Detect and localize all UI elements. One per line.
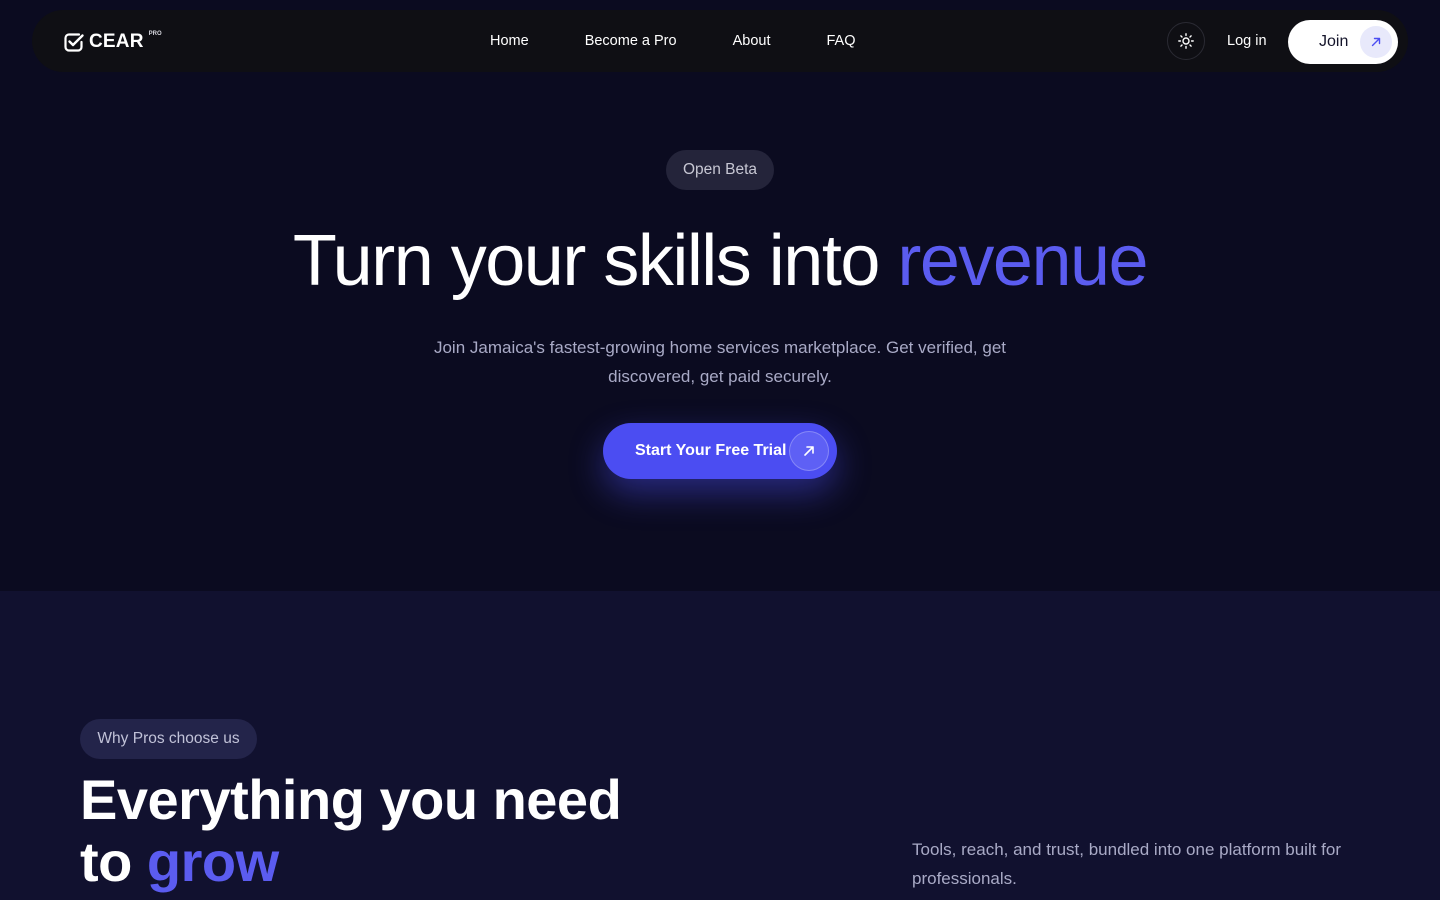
arrow-up-right-icon [789, 431, 829, 471]
hero-section: Open Beta Turn your skills into revenue … [0, 0, 1440, 591]
why-pros-badge: Why Pros choose us [80, 719, 257, 759]
nav-link-about[interactable]: About [733, 33, 771, 49]
features-title-line1: Everything you need [80, 768, 622, 831]
open-beta-badge: Open Beta [666, 150, 774, 190]
features-title-line2-main: to [80, 830, 147, 893]
features-section: Why Pros choose us Everything you need t… [0, 591, 1440, 900]
top-nav: CEAR PRO Home Become a Pro About FAQ Log… [32, 10, 1408, 72]
hero-subtitle: Join Jamaica's fastest-growing home serv… [433, 338, 1007, 386]
features-title-line2-accent: grow [146, 830, 279, 893]
start-free-trial-button[interactable]: Start Your Free Trial [603, 423, 837, 479]
nav-link-faq[interactable]: FAQ [826, 33, 855, 49]
nav-link-home[interactable]: Home [490, 33, 529, 49]
check-badge-icon [64, 33, 84, 52]
arrow-up-right-icon [1360, 26, 1392, 58]
features-description: Tools, reach, and trust, bundled into on… [912, 840, 1342, 888]
features-title: Everything you need to grow [80, 769, 720, 893]
hero-title: Turn your skills into revenue [0, 220, 1440, 302]
logo-sup: PRO [148, 31, 162, 37]
join-button[interactable]: Join [1288, 20, 1398, 64]
hero-title-main: Turn your skills into [292, 221, 898, 301]
logo-text: CEAR [89, 31, 144, 52]
theme-toggle-button[interactable] [1167, 22, 1205, 60]
nav-link-become-a-pro[interactable]: Become a Pro [585, 33, 677, 49]
join-label: Join [1319, 33, 1349, 50]
hero-title-accent: revenue [897, 221, 1148, 301]
page: Open Beta Turn your skills into revenue … [0, 0, 1440, 900]
nav-links: Home Become a Pro About FAQ [490, 10, 856, 72]
start-free-trial-label: Start Your Free Trial [635, 442, 787, 459]
log-in-link[interactable]: Log in [1227, 10, 1267, 72]
logo[interactable]: CEAR PRO [63, 30, 162, 54]
sun-icon [1178, 33, 1194, 49]
